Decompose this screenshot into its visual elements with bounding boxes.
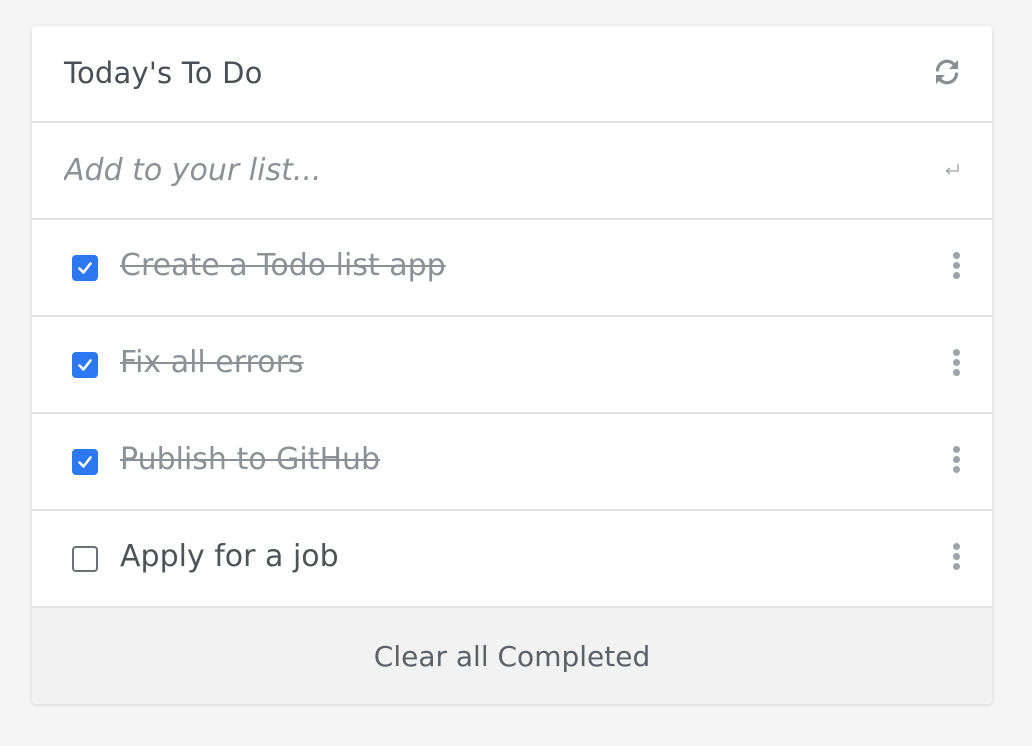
todo-label[interactable]: Create a Todo list app: [120, 248, 446, 283]
todo-label[interactable]: Apply for a job: [120, 539, 339, 574]
todo-card: Today's To Do Create a Todo list app: [32, 26, 992, 704]
checkmark-icon: [78, 456, 92, 468]
todo-label[interactable]: Fix all errors: [120, 345, 304, 380]
todo-checkbox[interactable]: [72, 255, 98, 281]
more-options-button[interactable]: [950, 446, 962, 478]
todo-label[interactable]: Publish to GitHub: [120, 442, 380, 477]
add-item-row: [32, 123, 992, 220]
clear-completed-button[interactable]: Clear all Completed: [32, 608, 992, 704]
todo-item: Publish to GitHub: [32, 414, 992, 511]
add-item-input[interactable]: [64, 147, 904, 193]
more-options-button[interactable]: [950, 349, 962, 381]
todo-item: Fix all errors: [32, 317, 992, 414]
todo-checkbox[interactable]: [72, 352, 98, 378]
page-title: Today's To Do: [64, 56, 263, 90]
todo-checkbox[interactable]: [72, 546, 98, 572]
refresh-button[interactable]: [932, 57, 962, 87]
vertical-dots-icon: [950, 543, 962, 570]
vertical-dots-icon: [950, 252, 962, 279]
todo-checkbox[interactable]: [72, 449, 98, 475]
vertical-dots-icon: [950, 446, 962, 473]
todo-list: Create a Todo list app Fix all errors Pu…: [32, 220, 992, 608]
checkmark-icon: [78, 359, 92, 371]
checkmark-icon: [78, 262, 92, 274]
enter-return-icon: [945, 164, 959, 175]
todo-item: Create a Todo list app: [32, 220, 992, 317]
clear-completed-label: Clear all Completed: [373, 640, 651, 673]
more-options-button[interactable]: [950, 252, 962, 284]
card-header: Today's To Do: [32, 26, 992, 123]
more-options-button[interactable]: [950, 543, 962, 575]
vertical-dots-icon: [950, 349, 962, 376]
todo-item: Apply for a job: [32, 511, 992, 608]
refresh-icon: [935, 59, 959, 85]
